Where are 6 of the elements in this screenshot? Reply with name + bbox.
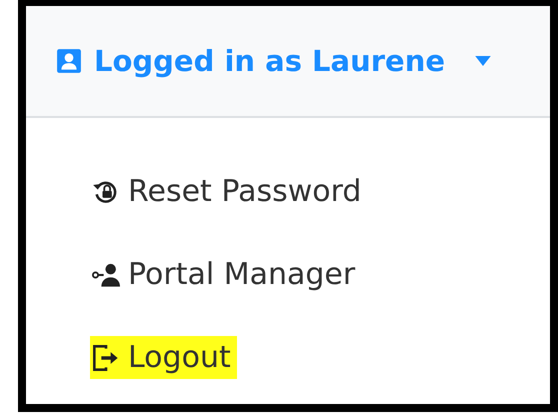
menu-item[interactable]: Portal Manager <box>90 253 362 296</box>
menu-item[interactable]: Reset Password <box>90 170 368 213</box>
menu-item[interactable]: Logout <box>90 336 237 379</box>
user-card-icon <box>56 48 82 74</box>
caret-icon <box>475 56 492 66</box>
logout-icon <box>92 344 120 372</box>
